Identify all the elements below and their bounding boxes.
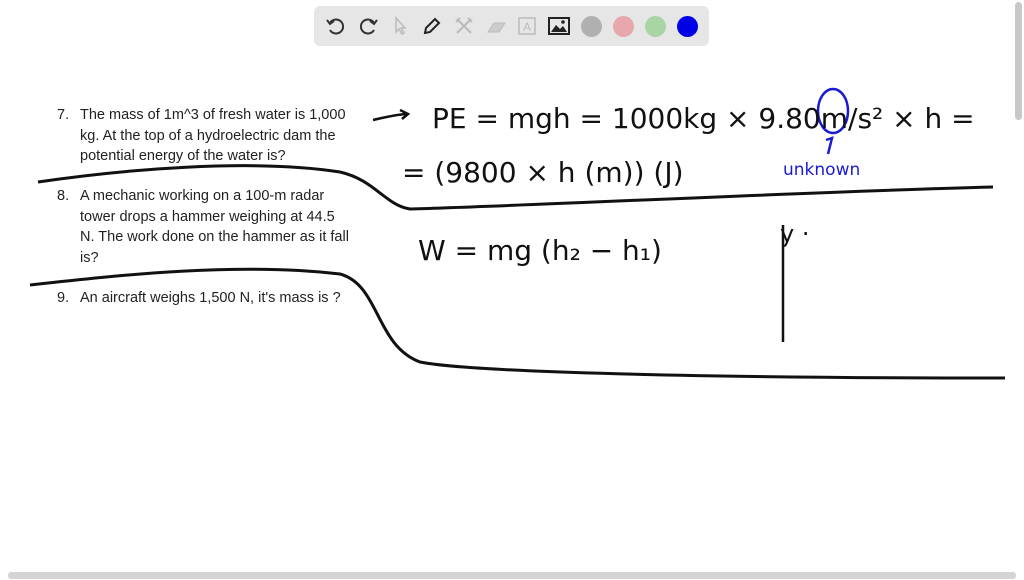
handwritten-line-1: PE = mgh = 1000kg × 9.80m/s² × h = (432, 102, 975, 135)
handwritten-line-3: W = mg (h₂ − h₁) (418, 234, 662, 267)
handwritten-line-2: = (9800 × h (m)) (J) (402, 156, 684, 189)
annotation-arrow (825, 136, 834, 155)
divider-stroke-2 (29, 267, 1006, 380)
vertical-scrollbar[interactable] (1015, 2, 1022, 120)
whiteboard-ink: PE = mgh = 1000kg × 9.80m/s² × h = = (98… (29, 87, 1006, 380)
handwritten-side-note: y · (780, 220, 809, 248)
handwritten-annotation: unknown (783, 160, 860, 180)
horizontal-scrollbar[interactable] (8, 572, 1016, 579)
arrow-stroke (372, 108, 411, 122)
